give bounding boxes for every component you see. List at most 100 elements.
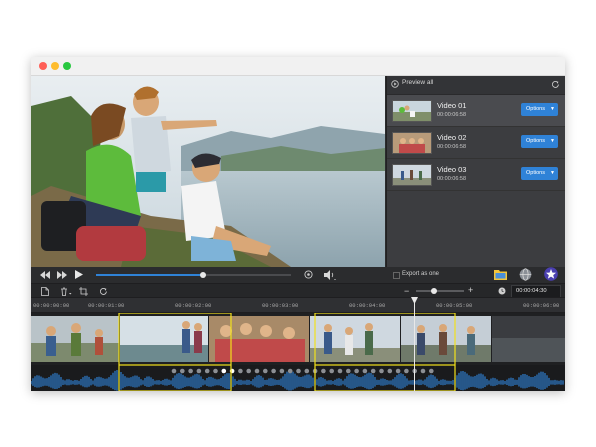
transition-marker[interactable] <box>379 368 384 374</box>
transition-marker[interactable] <box>354 368 359 374</box>
transition-marker[interactable] <box>329 368 335 374</box>
options-button-label: Options <box>526 106 545 112</box>
snapshot-icon[interactable] <box>304 270 313 279</box>
rotate-icon[interactable] <box>99 287 108 296</box>
transition-marker[interactable] <box>287 368 293 374</box>
ruler-tick: 00:00:03:00 <box>262 302 299 309</box>
video-thumbnail <box>392 100 432 122</box>
ruler-tick: 00:00:05:00 <box>436 302 473 309</box>
transition-marker[interactable] <box>362 368 368 374</box>
transition-marker[interactable] <box>180 368 185 374</box>
transition-marker[interactable] <box>429 368 434 374</box>
ruler-tick: 00:00:06:00 <box>523 302 560 309</box>
transition-marker[interactable] <box>221 368 227 374</box>
ruler-tick: 00:00:02:00 <box>175 302 212 309</box>
transition-marker[interactable] <box>188 368 193 374</box>
options-button-label: Options <box>526 170 545 176</box>
folder-icon[interactable] <box>494 268 507 280</box>
video-duration: 00:00:06:58 <box>437 144 467 150</box>
chevron-down-icon: ▼ <box>550 105 555 112</box>
volume-icon[interactable] <box>324 270 336 280</box>
transition-marker[interactable] <box>213 368 218 374</box>
app-window: Preview all Video 01 00:00:06:58 Options… <box>31 57 565 391</box>
preview-all-label[interactable]: Preview all <box>402 79 433 86</box>
selection-frame-audio[interactable] <box>314 365 456 391</box>
video-duration: 00:00:06:58 <box>437 176 467 182</box>
export-checkbox[interactable] <box>393 272 400 279</box>
transition-marker[interactable] <box>204 368 210 374</box>
transition-marker[interactable] <box>263 368 268 374</box>
preview-image <box>31 76 385 267</box>
transition-marker[interactable] <box>296 368 301 374</box>
rewind-icon[interactable] <box>40 271 50 279</box>
transition-marker[interactable] <box>304 368 310 374</box>
crop-icon[interactable] <box>79 287 89 296</box>
video-preview[interactable] <box>31 76 385 267</box>
progress-track[interactable] <box>96 272 291 278</box>
panel-header: Preview all <box>387 76 565 95</box>
close-window-button[interactable] <box>39 62 47 70</box>
play-icon[interactable] <box>75 270 83 279</box>
video-list-item-1[interactable]: Video 01 00:00:06:58 Options ▼ <box>387 95 565 127</box>
video-name: Video 03 <box>437 165 467 174</box>
video-name: Video 02 <box>437 133 467 142</box>
options-button[interactable]: Options ▼ <box>521 103 558 116</box>
zoom-slider[interactable] <box>416 288 464 294</box>
transition-marker[interactable] <box>420 368 426 374</box>
video-list-item-3[interactable]: Video 03 00:00:06:58 Options ▼ <box>387 159 565 191</box>
audio-waveform <box>31 365 564 391</box>
zoom-in-icon[interactable]: + <box>468 285 473 295</box>
zoom-window-button[interactable] <box>63 62 71 70</box>
options-button[interactable]: Options ▼ <box>521 167 558 180</box>
transition-marker[interactable] <box>196 368 202 374</box>
title-bar <box>31 57 565 76</box>
audio-track[interactable] <box>31 365 565 391</box>
video-thumbnail <box>392 132 432 154</box>
clock-icon <box>498 287 506 295</box>
transition-marker[interactable] <box>370 368 376 374</box>
refresh-icon[interactable] <box>551 80 560 89</box>
video-list-panel: Preview all Video 01 00:00:06:58 Options… <box>386 76 565 267</box>
transition-marker[interactable] <box>387 368 393 374</box>
transition-marker[interactable] <box>271 368 276 374</box>
transition-marker[interactable] <box>404 368 409 374</box>
progress-fill <box>96 274 204 276</box>
zoom-out-icon[interactable]: − <box>404 286 409 296</box>
ruler-tick: 00:00:00:00 <box>33 302 70 309</box>
zoom-slider-handle[interactable] <box>431 288 438 294</box>
progress-handle[interactable] <box>200 272 207 278</box>
timeline-ruler[interactable]: 00:00:00:00 00:00:01:00 00:00:02:00 00:0… <box>31 297 565 313</box>
video-track[interactable] <box>31 313 565 365</box>
ruler-tick: 00:00:04:00 <box>349 302 386 309</box>
fast-forward-icon[interactable] <box>57 271 67 279</box>
timecode-value: 00:00:04:30 <box>516 288 547 294</box>
chevron-down-icon: ▼ <box>550 137 555 144</box>
video-thumbnail <box>392 164 432 186</box>
add-file-icon[interactable] <box>41 287 49 296</box>
minimize-window-button[interactable] <box>51 62 59 70</box>
globe-icon[interactable] <box>519 268 532 281</box>
video-list-item-2[interactable]: Video 02 00:00:06:58 Options ▼ <box>387 127 565 159</box>
video-name: Video 01 <box>437 101 467 110</box>
edit-toolbar: − + 00:00:04:30 <box>31 283 565 298</box>
delete-icon[interactable] <box>60 287 72 296</box>
video-track-clips <box>31 313 565 365</box>
export-as-one-label[interactable]: Export as one <box>402 271 439 277</box>
play-circle-icon[interactable] <box>391 80 399 88</box>
transition-marker[interactable] <box>238 368 243 374</box>
playback-controls: Export as one <box>31 267 565 283</box>
video-duration: 00:00:06:58 <box>437 112 467 118</box>
star-icon[interactable] <box>544 267 558 281</box>
transition-marker[interactable] <box>337 368 343 374</box>
options-button[interactable]: Options ▼ <box>521 135 558 148</box>
transition-marker[interactable] <box>395 368 401 374</box>
transition-marker[interactable] <box>346 368 351 374</box>
chevron-down-icon: ▼ <box>550 169 555 176</box>
transition-marker[interactable] <box>171 368 177 374</box>
playhead[interactable] <box>411 297 418 391</box>
waveform-path <box>31 370 564 391</box>
transition-marker[interactable] <box>246 368 251 374</box>
transition-marker[interactable] <box>279 368 285 374</box>
transition-marker[interactable] <box>321 368 326 374</box>
transition-marker[interactable] <box>254 368 260 374</box>
